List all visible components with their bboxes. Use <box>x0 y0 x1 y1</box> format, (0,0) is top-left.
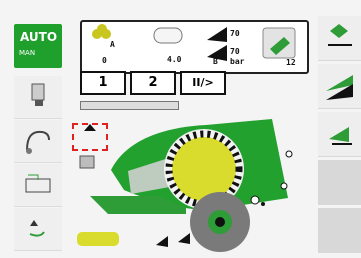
knife-button[interactable] <box>318 64 361 109</box>
pickup-button[interactable] <box>318 112 361 157</box>
right-toolbar <box>318 16 361 258</box>
machine-diagram <box>77 119 293 252</box>
empty-button-1[interactable] <box>318 160 361 205</box>
axis-icon <box>328 24 352 46</box>
machine-screen: AUTO MAN A 0 4.0 70 70 bar B 12 1 2 II/> <box>0 0 361 258</box>
axis-button[interactable] <box>318 16 361 61</box>
knife-icon <box>326 75 353 100</box>
pickup-icon <box>329 127 352 145</box>
empty-button-2[interactable] <box>318 208 361 253</box>
